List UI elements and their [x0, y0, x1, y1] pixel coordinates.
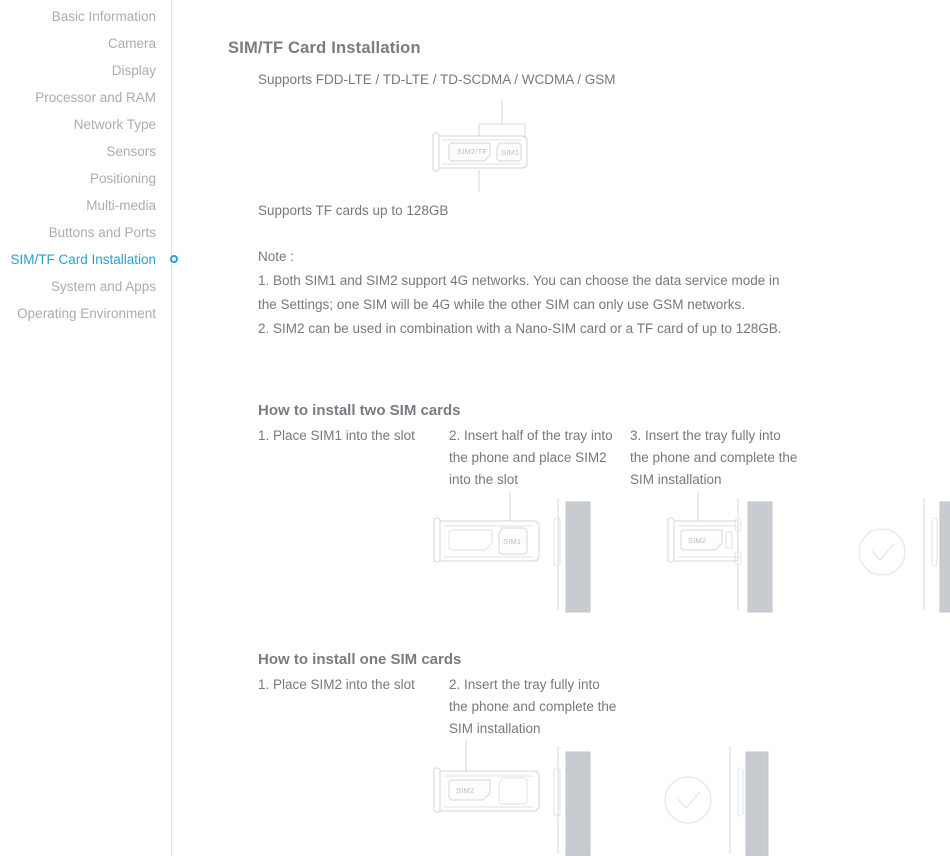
section-heading-one-sim: How to install one SIM cards [258, 651, 462, 669]
content-area: SIM/TF Card Installation Supports FDD-LT… [172, 0, 950, 856]
sidebar-item-buttons-and-ports[interactable]: Buttons and Ports [0, 219, 172, 246]
note-block: Note : 1. Both SIM1 and SIM2 support 4G … [258, 245, 878, 341]
step-diagram-one-2 [620, 738, 780, 856]
step-caption-one-2: 2. Insert the tray fully into the phone … [449, 677, 617, 736]
tf-support-text: Supports TF cards up to 128GB [258, 203, 449, 218]
sidebar-item-basic-information[interactable]: Basic Information [0, 3, 172, 30]
sidebar-item-label: Operating Environment [17, 306, 156, 321]
sidebar-item-processor-and-ram[interactable]: Processor and RAM [0, 84, 172, 111]
sidebar-item-system-and-apps[interactable]: System and Apps [0, 273, 172, 300]
sidebar-item-label: Buttons and Ports [48, 225, 156, 240]
sidebar-item-sensors[interactable]: Sensors [0, 138, 172, 165]
tray-slot-left-label: SIM2/TF [457, 147, 487, 156]
sidebar-nav: Basic Information Camera Display Process… [0, 0, 178, 856]
step-diagram-two-3 [800, 490, 950, 615]
sidebar-item-operating-environment[interactable]: Operating Environment [0, 300, 172, 327]
step-diagram-two-1: SIM1 [430, 490, 591, 615]
step-caption-one-1: 1. Place SIM2 into the slot [258, 677, 415, 692]
step-card-label-one-1: SIM2 [456, 786, 474, 795]
sidebar-item-label: Network Type [73, 117, 156, 132]
sidebar-item-display[interactable]: Display [0, 57, 172, 84]
step-diagram-one-1: SIM2 [430, 738, 591, 856]
sidebar-item-label: Positioning [89, 171, 156, 186]
note-line-1: 1. Both SIM1 and SIM2 support 4G network… [258, 273, 780, 288]
step-caption-two-1: 1. Place SIM1 into the slot [258, 428, 415, 443]
sidebar-item-camera[interactable]: Camera [0, 30, 172, 57]
note-line-2: the Settings; one SIM will be 4G while t… [258, 297, 745, 312]
sidebar-item-network-type[interactable]: Network Type [0, 111, 172, 138]
tray-overview-diagram: SIM2/TF SIM1 [430, 100, 560, 195]
network-support-text: Supports FDD-LTE / TD-LTE / TD-SCDMA / W… [258, 72, 616, 87]
tray-slot-right-label: SIM1 [501, 148, 519, 157]
sidebar-item-label: System and Apps [50, 279, 156, 294]
sidebar-item-label: Camera [107, 36, 156, 51]
step-card-label-two-2: SIM2 [688, 536, 706, 545]
sidebar-item-label: Sensors [106, 144, 156, 159]
sidebar-item-label: Multi-media [86, 198, 156, 213]
note-heading: Note : [258, 249, 295, 264]
step-diagram-two-2: SIM2 [620, 490, 785, 615]
sidebar-item-label: Display [111, 63, 156, 78]
sidebar-item-multi-media[interactable]: Multi-media [0, 192, 172, 219]
sidebar-item-label: Processor and RAM [35, 90, 156, 105]
sidebar-item-label: SIM/TF Card Installation [10, 252, 156, 267]
page-title: SIM/TF Card Installation [228, 39, 421, 58]
step-card-label-two-1: SIM1 [503, 537, 521, 546]
step-caption-two-2: 2. Insert half of the tray into the phon… [449, 428, 613, 487]
page-root: Basic Information Camera Display Process… [0, 0, 950, 856]
section-heading-two-sim: How to install two SIM cards [258, 402, 461, 420]
sidebar-item-sim-tf-card-installation[interactable]: SIM/TF Card Installation [0, 246, 178, 273]
note-line-3: 2. SIM2 can be used in combination with … [258, 321, 782, 336]
sidebar-item-positioning[interactable]: Positioning [0, 165, 172, 192]
sidebar-item-label: Basic Information [51, 9, 156, 24]
step-caption-two-3: 3. Insert the tray fully into the phone … [630, 428, 798, 487]
